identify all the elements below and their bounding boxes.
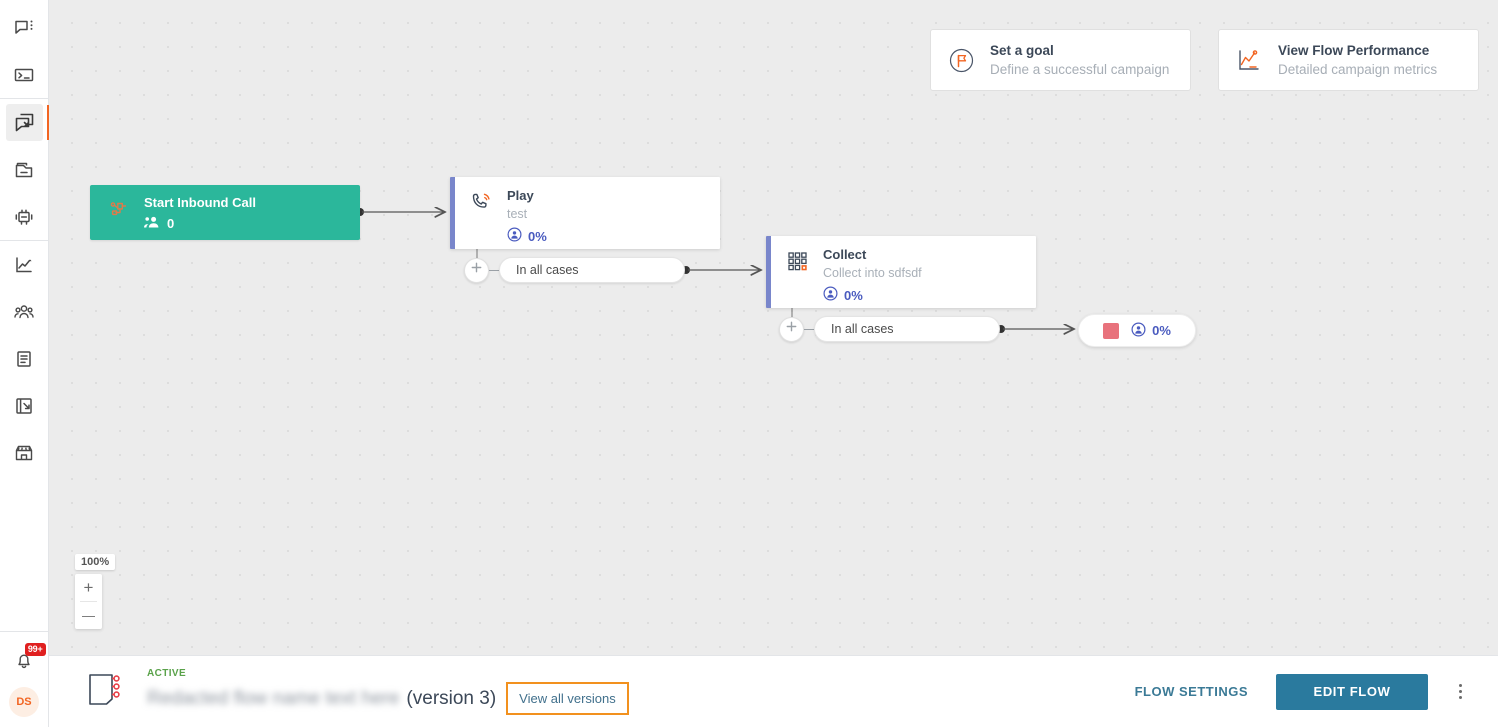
content-icon (13, 348, 35, 370)
start-node-count-row: 0 (144, 215, 256, 232)
flow-bottom-bar: ACTIVE Redacted flow name text here (ver… (49, 655, 1498, 727)
node-title: Play (507, 188, 534, 203)
inbound-call-icon (108, 199, 130, 226)
sidebar-item-content[interactable] (6, 340, 43, 377)
flow-node-start-inbound-call[interactable]: Start Inbound Call 0 (90, 185, 360, 240)
plus-icon (785, 320, 798, 338)
sidebar-item-console[interactable] (6, 56, 43, 93)
flow-document-icon (79, 669, 125, 714)
edit-flow-button[interactable]: EDIT FLOW (1276, 673, 1428, 710)
flow-meta: ACTIVE Redacted flow name text here (ver… (147, 668, 629, 715)
status-badge: ACTIVE (147, 668, 187, 679)
contact-circle-icon (507, 227, 522, 245)
flow-node-play[interactable]: Play test 0% (450, 177, 720, 249)
chat-menu-icon (13, 17, 35, 39)
contacts-icon (144, 215, 160, 232)
sidebar-item-flows[interactable] (5, 104, 50, 141)
performance-chart-icon (1235, 46, 1264, 75)
rail-group-footer: 99+ DS (0, 631, 49, 727)
flow-settings-button[interactable]: FLOW SETTINGS (1135, 684, 1248, 699)
sidebar-item-reports[interactable] (6, 387, 43, 424)
view-all-versions-button[interactable]: View all versions (506, 682, 629, 715)
hint-card-subtitle: Define a successful campaign (990, 61, 1170, 77)
add-step-button[interactable] (464, 257, 489, 283)
bot-icon (13, 206, 35, 228)
bottom-bar-actions: FLOW SETTINGS EDIT FLOW (1135, 673, 1470, 710)
node-metric-value: 0% (844, 287, 863, 303)
rail-group-top (0, 0, 48, 98)
branch-connector-dash (804, 328, 814, 330)
hint-card-title: View Flow Performance (1278, 42, 1430, 58)
campaigns-icon (13, 159, 35, 181)
hint-card-title: Set a goal (990, 42, 1054, 58)
goal-flag-icon (947, 46, 976, 75)
kebab-menu-icon[interactable] (1450, 677, 1470, 707)
flow-canvas[interactable]: Set a goal Define a successful campaign … (49, 0, 1498, 655)
reports-icon (13, 395, 35, 417)
zoom-in-button[interactable]: + (75, 574, 102, 601)
sidebar-item-conversations[interactable] (6, 9, 43, 46)
left-navigation-rail: 99+ DS (0, 0, 50, 727)
end-node-color-swatch (1103, 322, 1120, 339)
contact-circle-icon (823, 286, 838, 304)
notifications-button[interactable]: 99+ (6, 643, 46, 681)
terminal-icon (13, 64, 35, 86)
start-node-count: 0 (167, 215, 175, 231)
node-subtitle: test (507, 207, 528, 221)
sidebar-item-contacts[interactable] (6, 293, 43, 330)
sidebar-item-store[interactable] (6, 434, 43, 471)
play-phone-icon (469, 188, 499, 245)
branch-condition-pill[interactable]: In all cases (499, 257, 685, 283)
hint-card-subtitle: Detailed campaign metrics (1278, 61, 1438, 77)
add-step-button[interactable] (779, 316, 804, 342)
sidebar-item-campaigns[interactable] (6, 151, 43, 188)
node-title: Collect (823, 247, 867, 262)
node-subtitle: Collect into sdfsdf (823, 266, 922, 280)
set-a-goal-card[interactable]: Set a goal Define a successful campaign (930, 29, 1191, 91)
zoom-level-label: 100% (75, 554, 116, 570)
start-node-title: Start Inbound Call (144, 194, 256, 210)
branch-connector-dash (489, 269, 499, 271)
keypad-icon (785, 247, 815, 304)
flow-node-collect[interactable]: Collect Collect into sdfsdf 0% (766, 236, 1036, 308)
flow-branch-row-2: In all cases (779, 316, 1000, 342)
zoom-out-button[interactable]: — (75, 602, 102, 629)
end-node-metric-value: 0% (1152, 323, 1171, 338)
plus-icon (470, 261, 483, 279)
end-node-metric-row: 0% (1131, 321, 1171, 340)
flow-node-end[interactable]: 0% (1078, 314, 1196, 347)
rail-group-bottom (0, 241, 48, 476)
contact-circle-icon (1131, 321, 1146, 340)
branch-condition-pill[interactable]: In all cases (814, 316, 1000, 342)
node-metric-row: 0% (507, 227, 547, 245)
node-metric-row: 0% (823, 286, 922, 304)
node-metric-value: 0% (528, 228, 547, 244)
flow-version: (version 3) (406, 687, 497, 709)
flow-branch-row-1: In all cases (464, 257, 685, 283)
sidebar-item-bots[interactable] (6, 198, 43, 235)
rail-divider-3 (0, 631, 49, 632)
notification-badge: 99+ (24, 643, 46, 656)
sidebar-item-analytics[interactable] (6, 246, 43, 283)
zoom-controls: + — (75, 574, 102, 629)
flow-name: Redacted flow name text here (147, 687, 400, 709)
store-icon (13, 442, 35, 464)
flows-icon (13, 111, 36, 134)
avatar[interactable]: DS (9, 687, 39, 717)
rail-group-mid (0, 99, 50, 240)
flow-builder-screen: 99+ DS Set a goal Define a successful ca… (0, 0, 1498, 727)
contacts-icon (13, 301, 35, 323)
flow-connectors (356, 0, 1498, 655)
view-flow-performance-card[interactable]: View Flow Performance Detailed campaign … (1218, 29, 1479, 91)
flow-title-row: Redacted flow name text here (version 3)… (147, 682, 629, 715)
analytics-icon (13, 254, 35, 276)
